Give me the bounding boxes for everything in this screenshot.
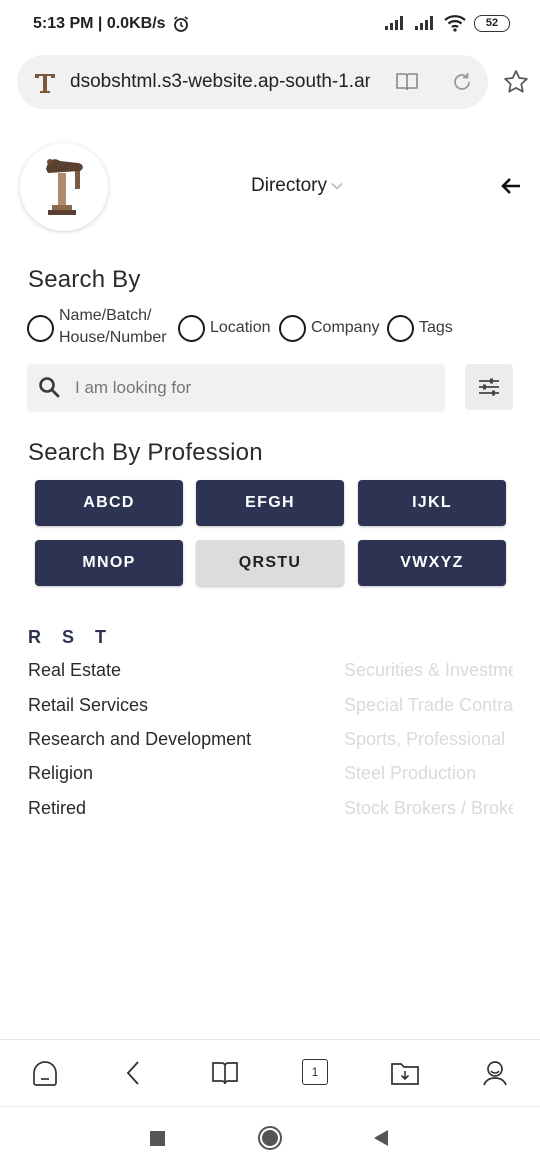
wifi-icon	[444, 15, 466, 32]
search-input[interactable]	[75, 374, 425, 402]
profession-item-offscreen[interactable]: Stock Brokers / Brokerage	[344, 798, 513, 819]
radio-company[interactable]	[279, 315, 306, 342]
status-icons: 52	[384, 14, 510, 32]
profession-item-offscreen[interactable]: Special Trade Contractors	[344, 695, 513, 716]
profile-icon[interactable]	[481, 1059, 509, 1087]
profession-item[interactable]: Real Estate	[28, 660, 121, 681]
radio-name-batch[interactable]	[27, 315, 54, 342]
battery-level: 52	[485, 17, 499, 29]
profession-button-ijkl[interactable]: IJKL	[358, 480, 506, 526]
tabs-count-icon[interactable]: 1	[302, 1059, 328, 1085]
status-time-speed: 5:13 PM | 0.0KB/s	[33, 15, 190, 33]
alarm-icon	[173, 16, 188, 32]
system-nav-bar	[0, 1106, 540, 1170]
filter-button[interactable]	[465, 364, 513, 410]
sliders-icon	[479, 378, 499, 396]
status-bar: 5:13 PM | 0.0KB/s 52	[0, 0, 540, 48]
recents-square-icon[interactable]	[150, 1131, 165, 1146]
reload-icon[interactable]	[450, 70, 474, 94]
radio-label-name-line2: House/Number	[59, 329, 167, 346]
radio-label-location[interactable]: Location	[210, 317, 271, 339]
signal-icon	[385, 16, 403, 30]
back-triangle-icon[interactable]	[372, 1129, 390, 1147]
profession-button-efgh[interactable]: EFGH	[196, 480, 344, 526]
site-favicon-icon	[35, 74, 55, 93]
directory-dropdown[interactable]: Directory	[251, 175, 343, 197]
profession-button-qrstu[interactable]: QRSTU	[196, 540, 344, 586]
bookmark-star-icon[interactable]	[503, 69, 529, 95]
radio-label-company[interactable]: Company	[311, 317, 379, 339]
url-text[interactable]: dsobshtml.s3-website.ap-south-1.amazonaw…	[70, 71, 370, 93]
search-by-heading: Search By	[28, 266, 141, 293]
address-bar[interactable]: dsobshtml.s3-website.ap-south-1.amazonaw…	[17, 55, 488, 109]
profession-item[interactable]: Religion	[28, 763, 93, 784]
profession-item[interactable]: Retail Services	[28, 695, 148, 716]
profession-item-offscreen[interactable]: Securities & Investments	[344, 660, 513, 681]
profession-button-vwxyz[interactable]: VWXYZ	[358, 540, 506, 586]
home-circle-icon[interactable]	[257, 1125, 283, 1151]
profession-button-mnop[interactable]: MNOP	[35, 540, 183, 586]
profession-button-abcd[interactable]: ABCD	[35, 480, 183, 526]
radio-location[interactable]	[178, 315, 205, 342]
profession-item-offscreen[interactable]: Steel Production	[344, 763, 513, 784]
back-arrow-icon[interactable]	[500, 177, 522, 195]
radio-tags[interactable]	[387, 315, 414, 342]
back-icon[interactable]	[123, 1059, 143, 1087]
logo-emblem-icon	[46, 159, 83, 215]
reader-mode-icon[interactable]	[395, 71, 419, 93]
browser-bottom-nav: 1	[0, 1039, 540, 1106]
radio-label-name-line1: Name/Batch/	[59, 307, 152, 324]
chevron-down-icon	[331, 182, 343, 190]
letter-group-heading: R S T	[28, 627, 115, 647]
bookmarks-book-icon[interactable]	[211, 1059, 239, 1087]
search-icon	[39, 377, 60, 398]
site-logo[interactable]	[20, 143, 108, 231]
directory-title: Directory	[251, 175, 328, 196]
signal-icon-2	[415, 16, 433, 30]
profession-item-offscreen[interactable]: Sports, Professional	[344, 729, 513, 750]
radio-label-tags[interactable]: Tags	[419, 317, 453, 339]
search-box[interactable]	[27, 364, 445, 412]
downloads-folder-icon[interactable]	[390, 1059, 420, 1087]
search-by-profession-heading: Search By Profession	[28, 439, 263, 466]
battery-icon: 52	[474, 14, 510, 32]
radio-label-name-batch[interactable]: Name/Batch/ House/Number	[59, 305, 167, 349]
tabs-count: 1	[311, 1065, 319, 1079]
profession-item[interactable]: Retired	[28, 798, 86, 819]
home-icon[interactable]	[31, 1059, 59, 1087]
profession-item[interactable]: Research and Development	[28, 729, 251, 750]
status-time-text: 5:13 PM | 0.0KB/s	[33, 15, 166, 32]
